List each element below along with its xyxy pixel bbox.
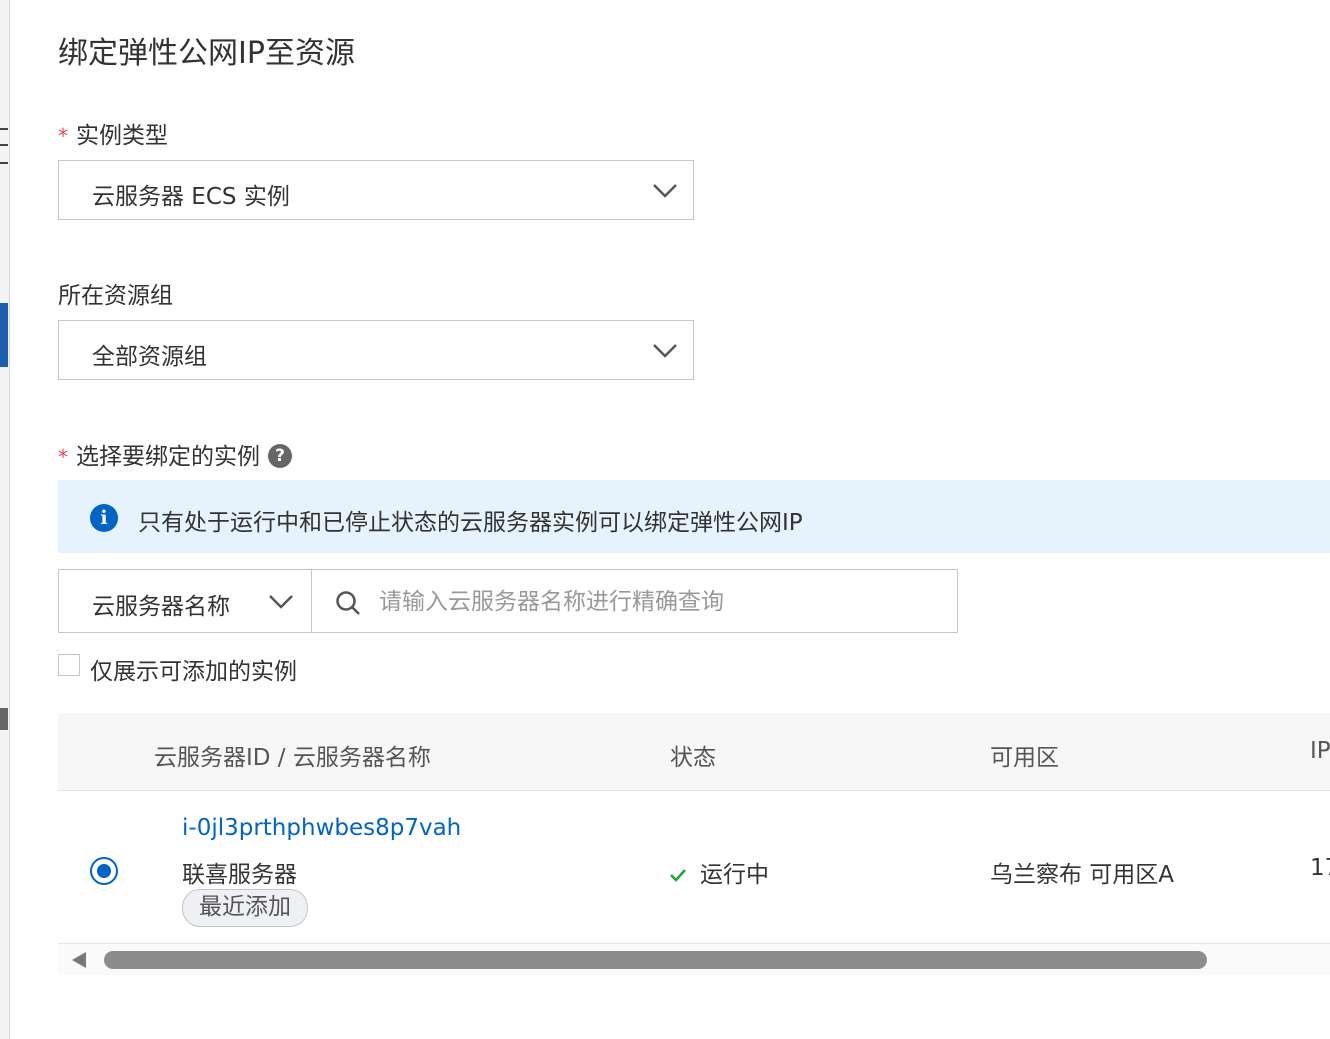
instance-zone: 乌兰察布 可用区A (990, 862, 1175, 888)
background-divider (0, 162, 8, 164)
search-field-value: 云服务器名称 (92, 594, 230, 620)
show-addable-only-checkbox[interactable] (58, 654, 80, 676)
instance-id-link[interactable]: i-0jl3prthphwbes8p7vah (182, 815, 461, 841)
required-mark: * (58, 124, 68, 148)
background-divider (0, 144, 8, 146)
drawer-title: 绑定弹性公网IP至资源 (58, 36, 355, 71)
background-highlight (0, 303, 8, 367)
instance-search-group: 云服务器名称 (58, 569, 958, 633)
recently-added-badge: 最近添加 (182, 889, 308, 927)
radio-selected-dot (97, 864, 111, 878)
notice-text: 只有处于运行中和已停止状态的云服务器实例可以绑定弹性公网IP (138, 510, 803, 536)
column-header-instance: 云服务器ID / 云服务器名称 (154, 745, 431, 771)
table-header: 云服务器ID / 云服务器名称 状态 可用区 IP (58, 713, 1330, 791)
instance-name: 联喜服务器 (182, 862, 297, 888)
chevron-down-icon (653, 184, 677, 198)
chevron-down-icon (269, 595, 293, 609)
background-page-sliver (0, 0, 10, 1039)
search-icon (336, 591, 360, 615)
instance-table: 云服务器ID / 云服务器名称 状态 可用区 IP i-0jl3prthphwb… (58, 713, 1330, 975)
check-icon (670, 868, 686, 882)
required-mark: * (58, 445, 68, 469)
info-icon: i (90, 504, 118, 532)
resource-group-value: 全部资源组 (92, 344, 207, 370)
help-icon[interactable]: ? (268, 443, 292, 468)
search-input[interactable] (377, 580, 941, 624)
table-row[interactable]: i-0jl3prthphwbes8p7vah 联喜服务器 最近添加 运行中 乌兰… (58, 791, 1330, 944)
instance-status: 运行中 (668, 855, 769, 889)
column-header-status: 状态 (670, 745, 716, 771)
scrollbar-thumb[interactable] (104, 951, 1207, 969)
instance-radio[interactable] (90, 857, 118, 885)
chevron-down-icon (653, 344, 677, 358)
column-header-zone: 可用区 (990, 745, 1059, 771)
horizontal-scrollbar[interactable] (58, 944, 1330, 975)
select-instance-label: * 选择要绑定的实例? (58, 437, 292, 471)
instance-type-value: 云服务器 ECS 实例 (92, 184, 290, 210)
search-field-select[interactable]: 云服务器名称 (59, 570, 312, 632)
info-notice: i 只有处于运行中和已停止状态的云服务器实例可以绑定弹性公网IP (58, 480, 1330, 553)
column-header-ip: IP (1310, 738, 1330, 764)
background-block (0, 708, 8, 730)
instance-type-label-text: 实例类型 (76, 123, 168, 149)
select-instance-label-text: 选择要绑定的实例 (76, 444, 260, 470)
instance-ip: 17 (1310, 855, 1330, 881)
instance-type-label: * 实例类型 (58, 116, 168, 150)
resource-group-select[interactable]: 全部资源组 (58, 320, 694, 380)
show-addable-only-label: 仅展示可添加的实例 (90, 659, 297, 685)
instance-type-select[interactable]: 云服务器 ECS 实例 (58, 160, 694, 220)
background-divider (0, 128, 8, 130)
status-text: 运行中 (700, 862, 769, 888)
resource-group-label: 所在资源组 (58, 283, 173, 309)
bind-eip-drawer: 绑定弹性公网IP至资源 * 实例类型 云服务器 ECS 实例 所在资源组 全部资源… (10, 0, 1330, 1039)
scroll-left-icon[interactable] (72, 952, 86, 968)
